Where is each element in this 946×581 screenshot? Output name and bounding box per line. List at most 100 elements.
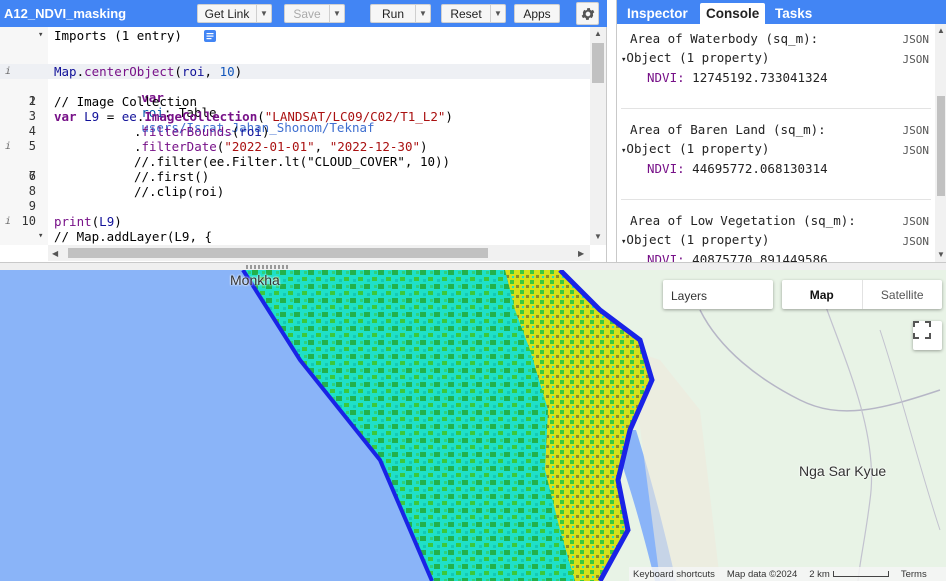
map-data-text: Map data ©2024 [726, 568, 798, 580]
scroll-up-icon[interactable]: ▲ [594, 29, 602, 38]
scale-indicator[interactable]: 2 km [809, 569, 889, 580]
import-entry-line[interactable]: ▸ var roi: Table users/Israt_Jahan_Shono… [0, 45, 590, 135]
property-row: NDVI: 40875770.891449586 [647, 251, 935, 262]
save-label: Save [293, 6, 321, 21]
json-link[interactable]: JSON [903, 235, 930, 248]
json-link[interactable]: JSON [903, 53, 930, 66]
object-toggle[interactable]: ▾Object (1 property) [621, 231, 931, 249]
fullscreen-icon [913, 321, 931, 339]
map-type-control: Map Satellite [782, 280, 942, 309]
scale-bar [832, 570, 889, 577]
editor-vertical-scrollbar[interactable]: ▲ ▼ [590, 27, 606, 245]
scroll-thumb[interactable] [937, 96, 945, 196]
property-value: 40875770.891449586 [692, 252, 828, 262]
tab-inspector[interactable]: Inspector [621, 3, 694, 24]
script-title[interactable]: A12_NDVI_masking [4, 6, 126, 21]
map-type-map[interactable]: Map [782, 280, 863, 309]
code-line-text: //.filter(ee.Filter.lt("CLOUD_COVER", 10… [134, 154, 451, 169]
map-type-satellite[interactable]: Satellite [863, 280, 943, 309]
code-line-text: print(L9) [54, 214, 122, 229]
get-link-button[interactable]: Get Link ▼ [197, 4, 272, 23]
json-link[interactable]: JSON [903, 33, 930, 46]
info-marker-icon: i [5, 216, 12, 227]
layers-control[interactable]: Layers [663, 280, 773, 309]
scroll-right-icon[interactable]: ▶ [578, 249, 584, 258]
reset-label: Reset [450, 6, 482, 21]
info-marker-icon: i [5, 66, 12, 77]
code-line[interactable]: 12 ▾ // Map.addLayer(L9, { [0, 229, 590, 245]
entry-title: Area of Waterbody (sq_m): [630, 31, 819, 46]
scroll-thumb[interactable] [592, 43, 604, 83]
property-value: 44695772.068130314 [692, 161, 828, 176]
object-summary: Object (1 property) [626, 232, 770, 247]
chevron-down-icon[interactable]: ▼ [490, 5, 505, 22]
settings-button[interactable] [576, 2, 599, 25]
code-line[interactable]: 5 .filterBounds(roi) [0, 124, 590, 153]
apps-button[interactable]: Apps [514, 4, 560, 23]
code-line[interactable]: 7 //.filter(ee.Filter.lt("CLOUD_COVER", … [0, 154, 590, 183]
tab-tasks[interactable]: Tasks [769, 3, 818, 24]
property-key: NDVI: [647, 252, 685, 262]
run-button[interactable]: Run ▼ [370, 4, 431, 23]
terms-link[interactable]: Terms [901, 569, 927, 580]
json-link[interactable]: JSON [903, 215, 930, 228]
code-line-text: var L9 = ee.ImageCollection("LANDSAT/LC0… [54, 109, 453, 124]
imports-header: Imports (1 entry) [54, 28, 182, 43]
place-label: Nga Sar Kyue [799, 463, 887, 479]
editor-horizontal-scrollbar[interactable]: ◀ ▶ [48, 245, 590, 261]
code-line-text: // Map.addLayer(L9, { [54, 229, 213, 244]
code-line-text: Map.centerObject(roi, 10) [54, 64, 243, 79]
object-toggle[interactable]: ▾Object (1 property) [621, 140, 931, 158]
panel-tabbar: Inspector Console Tasks [617, 0, 946, 24]
road [699, 309, 941, 412]
imports-line[interactable]: ▾ Imports (1 entry) [0, 28, 590, 43]
scroll-down-icon[interactable]: ▼ [937, 250, 945, 259]
keyboard-shortcuts-link[interactable]: Keyboard shortcuts [633, 569, 715, 580]
console-output[interactable]: Area of Waterbody (sq_m): JSON ▾Object (… [617, 24, 935, 262]
info-marker-icon: i [5, 141, 12, 152]
entry-title: Area of Low Vegetation (sq_m): [630, 213, 856, 228]
place-label: Monkha [230, 272, 280, 288]
scroll-up-icon[interactable]: ▲ [937, 26, 945, 35]
scale-label: 2 km [809, 568, 830, 580]
map-view[interactable]: Monkha Nga Sar Kyue Layers Map Satellite… [0, 270, 946, 581]
code-line[interactable]: 4 var L9 = ee.ImageCollection("LANDSAT/L… [0, 109, 590, 138]
console-entry: Area of Baren Land (sq_m): JSON ▾Object … [621, 115, 931, 200]
scroll-left-icon[interactable]: ◀ [52, 249, 58, 258]
code-line[interactable]: i 6 .filterDate("2022-01-01", "2022-12-3… [0, 139, 590, 183]
tab-console[interactable]: Console [700, 3, 766, 24]
fold-arrow-icon[interactable]: ▾ [38, 229, 43, 244]
drag-handle-icon[interactable] [246, 265, 288, 269]
save-button[interactable]: Save ▼ [284, 4, 345, 23]
code-line[interactable]: 10 [0, 199, 590, 228]
code-line[interactable]: i 11 print(L9) [0, 214, 590, 245]
console-entry: Area of Low Vegetation (sq_m): JSON ▾Obj… [621, 206, 931, 262]
code-line[interactable]: 9 //.clip(roi) [0, 184, 590, 213]
code-line[interactable]: 2 [0, 79, 590, 108]
console-scrollbar[interactable]: ▲ ▼ [935, 24, 946, 262]
code-area[interactable]: ▾ Imports (1 entry) ▸ var roi: Table use… [0, 27, 590, 245]
code-line[interactable]: 3 // Image Collection [0, 94, 590, 123]
fullscreen-button[interactable] [913, 321, 942, 350]
code-line[interactable]: 8 //.first() [0, 169, 590, 198]
road [879, 329, 941, 531]
chevron-down-icon[interactable]: ▼ [256, 5, 271, 22]
code-line[interactable]: i 1 Map.centerObject(roi, 10) [0, 64, 590, 108]
map-attribution: Keyboard shortcuts Map data ©2024 2 km T… [629, 567, 946, 581]
scroll-down-icon[interactable]: ▼ [594, 232, 602, 241]
apps-label: Apps [523, 6, 551, 21]
fold-arrow-icon[interactable]: ▾ [38, 28, 43, 43]
chevron-down-icon[interactable]: ▼ [329, 5, 344, 22]
panel-splitter[interactable] [0, 262, 946, 270]
code-line-text: //.clip(roi) [134, 184, 225, 199]
json-link[interactable]: JSON [903, 144, 930, 157]
script-doc-icon[interactable] [204, 30, 216, 42]
chevron-down-icon[interactable]: ▼ [415, 5, 430, 22]
object-toggle[interactable]: ▾Object (1 property) [621, 49, 931, 67]
earth-engine-code-editor: A12_NDVI_masking Get Link ▼ Save ▼ Run ▼… [0, 0, 946, 581]
json-link[interactable]: JSON [903, 124, 930, 137]
object-summary: Object (1 property) [626, 141, 770, 156]
scroll-thumb[interactable] [68, 248, 488, 258]
reset-button[interactable]: Reset ▼ [441, 4, 506, 23]
map-canvas [0, 270, 941, 581]
